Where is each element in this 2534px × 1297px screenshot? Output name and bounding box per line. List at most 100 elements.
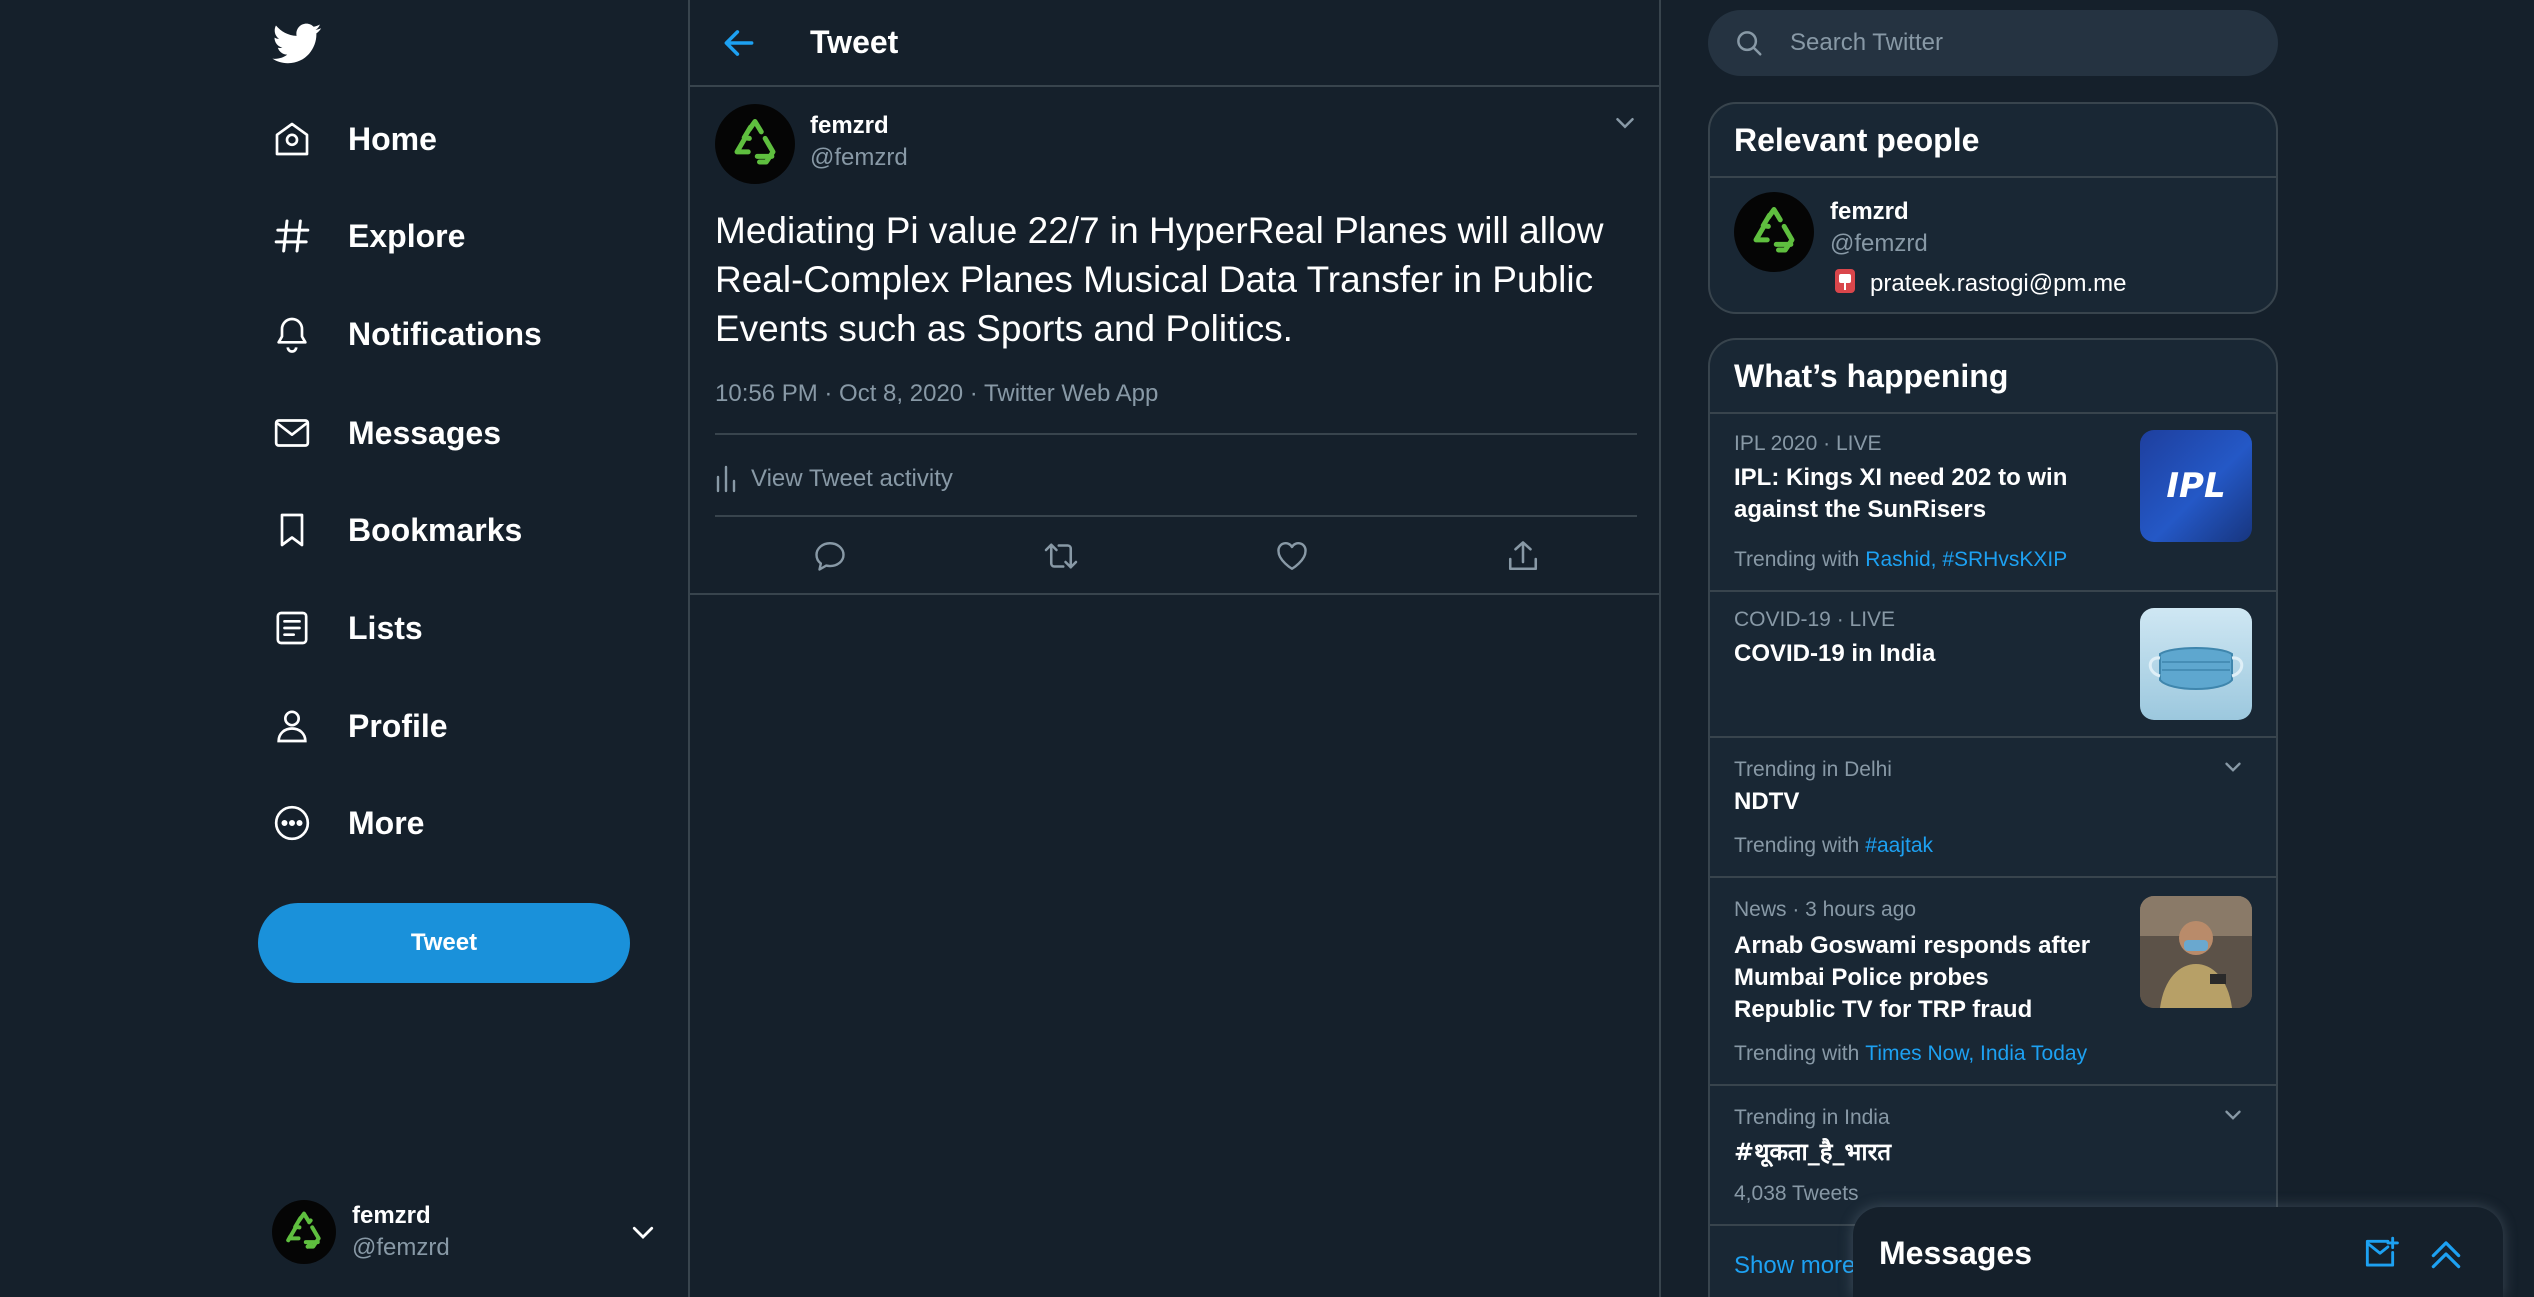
whats-happening-title: What’s happening	[1710, 340, 2276, 414]
reply-button[interactable]	[808, 534, 852, 578]
view-tweet-activity[interactable]: View Tweet activity	[715, 459, 953, 499]
search-bar[interactable]	[1708, 10, 2278, 76]
like-button[interactable]	[1270, 534, 1314, 578]
avatar[interactable]	[1734, 192, 1814, 272]
nav-label: Notifications	[348, 315, 542, 352]
person-email[interactable]: prateek.rastogi@pm.me	[1870, 270, 2126, 298]
nav-label: More	[348, 804, 425, 841]
face-mask-icon	[2148, 647, 2244, 690]
trend-with: Trending with Times Now, India Today	[1734, 1042, 2088, 1065]
face-mask-thumbnail	[2140, 608, 2252, 720]
divider	[690, 593, 1659, 595]
divider	[715, 515, 1637, 517]
search-icon	[1734, 28, 1764, 58]
trend-count: 4,038 Tweets	[1734, 1182, 1859, 1205]
mailbox-icon	[1834, 268, 1856, 294]
home-icon	[272, 119, 312, 159]
nav-messages[interactable]: Messages	[272, 398, 501, 468]
page-title: Tweet	[810, 24, 899, 60]
left-navigation: Home Explore Notifications Messages Book…	[0, 0, 688, 1297]
trend-with: Trending with Rashid, #SRHvsKXIP	[1734, 548, 2068, 571]
main-column: Tweet femzrd @femzrd Mediating Pi value …	[688, 0, 1661, 1297]
nav-explore[interactable]: Explore	[272, 201, 465, 271]
trend-item[interactable]: COVID-19 · LIVE COVID-19 in India	[1710, 592, 2276, 738]
nav-profile[interactable]: Profile	[272, 691, 448, 761]
trend-links[interactable]: Rashid, #SRHvsKXIP	[1865, 548, 2067, 571]
nav-label: Home	[348, 120, 437, 157]
nav-label: Lists	[348, 609, 423, 646]
trend-links[interactable]: #aajtak	[1865, 834, 1933, 857]
new-message-icon[interactable]	[2361, 1235, 2399, 1273]
hashtag-icon	[272, 216, 312, 256]
relevant-people-title: Relevant people	[1710, 104, 2276, 178]
reply-icon	[815, 542, 845, 571]
account-switcher[interactable]: femzrd @femzrd	[272, 1197, 658, 1267]
trend-thumbnail: IPL	[2140, 430, 2252, 542]
person-handle[interactable]: @femzrd	[1830, 230, 1928, 258]
avatar	[272, 1200, 336, 1264]
person-icon	[272, 706, 312, 746]
expand-up-icon[interactable]	[2427, 1235, 2465, 1273]
tweet-author-handle[interactable]: @femzrd	[810, 144, 908, 172]
recycle-icon	[286, 1211, 321, 1249]
person-photo-icon	[2140, 896, 2252, 1008]
account-name: femzrd	[352, 1202, 431, 1229]
view-tweet-activity-label: View Tweet activity	[751, 465, 953, 492]
main-header: Tweet	[690, 0, 1659, 87]
search-input[interactable]	[1788, 28, 2228, 58]
trend-meta: IPL 2020 · LIVE	[1734, 432, 1882, 455]
chevron-down-icon[interactable]	[2220, 754, 2246, 780]
retweet-icon	[1044, 543, 1078, 569]
trend-title: #थूकता_है_भारत	[1734, 1138, 1892, 1166]
nav-label: Profile	[348, 707, 448, 744]
chevron-down-icon	[628, 1217, 658, 1247]
back-arrow-icon[interactable]	[720, 24, 758, 62]
retweet-button[interactable]	[1039, 534, 1083, 578]
trend-meta: News · 3 hours ago	[1734, 898, 1917, 921]
trend-meta: Trending in India	[1734, 1106, 1890, 1129]
messages-drawer-title: Messages	[1879, 1235, 2032, 1271]
nav-more[interactable]: More	[272, 788, 424, 858]
news-photo-thumbnail	[2140, 896, 2252, 1008]
tweet-author-name[interactable]: femzrd	[810, 112, 889, 140]
ipl-logo-text: IPL	[2166, 466, 2226, 506]
share-icon	[1508, 541, 1538, 571]
nav-bookmarks[interactable]: Bookmarks	[272, 495, 522, 565]
messages-drawer[interactable]: Messages	[1853, 1207, 2503, 1297]
trend-item[interactable]: IPL 2020 · LIVE IPL: Kings XI need 202 t…	[1710, 416, 2276, 592]
nav-label: Bookmarks	[348, 511, 523, 548]
envelope-icon	[272, 413, 312, 453]
whats-happening-panel: What’s happening IPL 2020 · LIVE IPL: Ki…	[1708, 338, 2278, 1297]
tweet-button[interactable]: Tweet	[258, 903, 630, 983]
nav-notifications[interactable]: Notifications	[272, 299, 542, 369]
recycle-icon	[734, 119, 776, 165]
more-circle-icon	[272, 803, 312, 843]
nav-home[interactable]: Home	[272, 104, 437, 174]
relevant-people-panel: Relevant people femzrd @femzrd prateek.r…	[1708, 102, 2278, 314]
trend-title: IPL: Kings XI need 202 to win against th…	[1734, 464, 2068, 523]
trend-title: COVID-19 in India	[1734, 640, 1936, 667]
bell-icon	[272, 314, 312, 354]
twitter-bird-icon[interactable]	[272, 18, 322, 68]
account-handle: @femzrd	[352, 1234, 450, 1261]
chevron-down-icon[interactable]	[2220, 1102, 2246, 1128]
trend-title: Arnab Goswami responds after Mumbai Poli…	[1734, 932, 2091, 1023]
show-more-link[interactable]: Show more	[1734, 1252, 1855, 1280]
person-name[interactable]: femzrd	[1830, 198, 1909, 226]
tweet-timestamp[interactable]: 10:56 PM · Oct 8, 2020 · Twitter Web App	[715, 380, 1158, 408]
trend-links[interactable]: Times Now, India Today	[1865, 1042, 2087, 1065]
nav-label: Explore	[348, 217, 466, 254]
trend-item[interactable]: Trending in India #थूकता_है_भारत 4,038 T…	[1710, 1086, 2276, 1226]
nav-lists[interactable]: Lists	[272, 593, 423, 663]
tweet-text: Mediating Pi value 22/7 in HyperReal Pla…	[715, 210, 1604, 349]
trend-item[interactable]: News · 3 hours ago Arnab Goswami respond…	[1710, 878, 2276, 1086]
tweet-author-avatar[interactable]	[715, 104, 795, 184]
trend-item[interactable]: Trending in Delhi NDTV Trending with #aaj…	[1710, 738, 2276, 878]
trend-meta: Trending in Delhi	[1734, 758, 1892, 781]
chevron-down-icon[interactable]	[1610, 108, 1640, 138]
trend-title: NDTV	[1734, 788, 1800, 815]
divider	[715, 433, 1637, 435]
share-button[interactable]	[1501, 534, 1545, 578]
bar-chart-icon	[716, 465, 736, 493]
heart-icon	[1277, 542, 1307, 570]
